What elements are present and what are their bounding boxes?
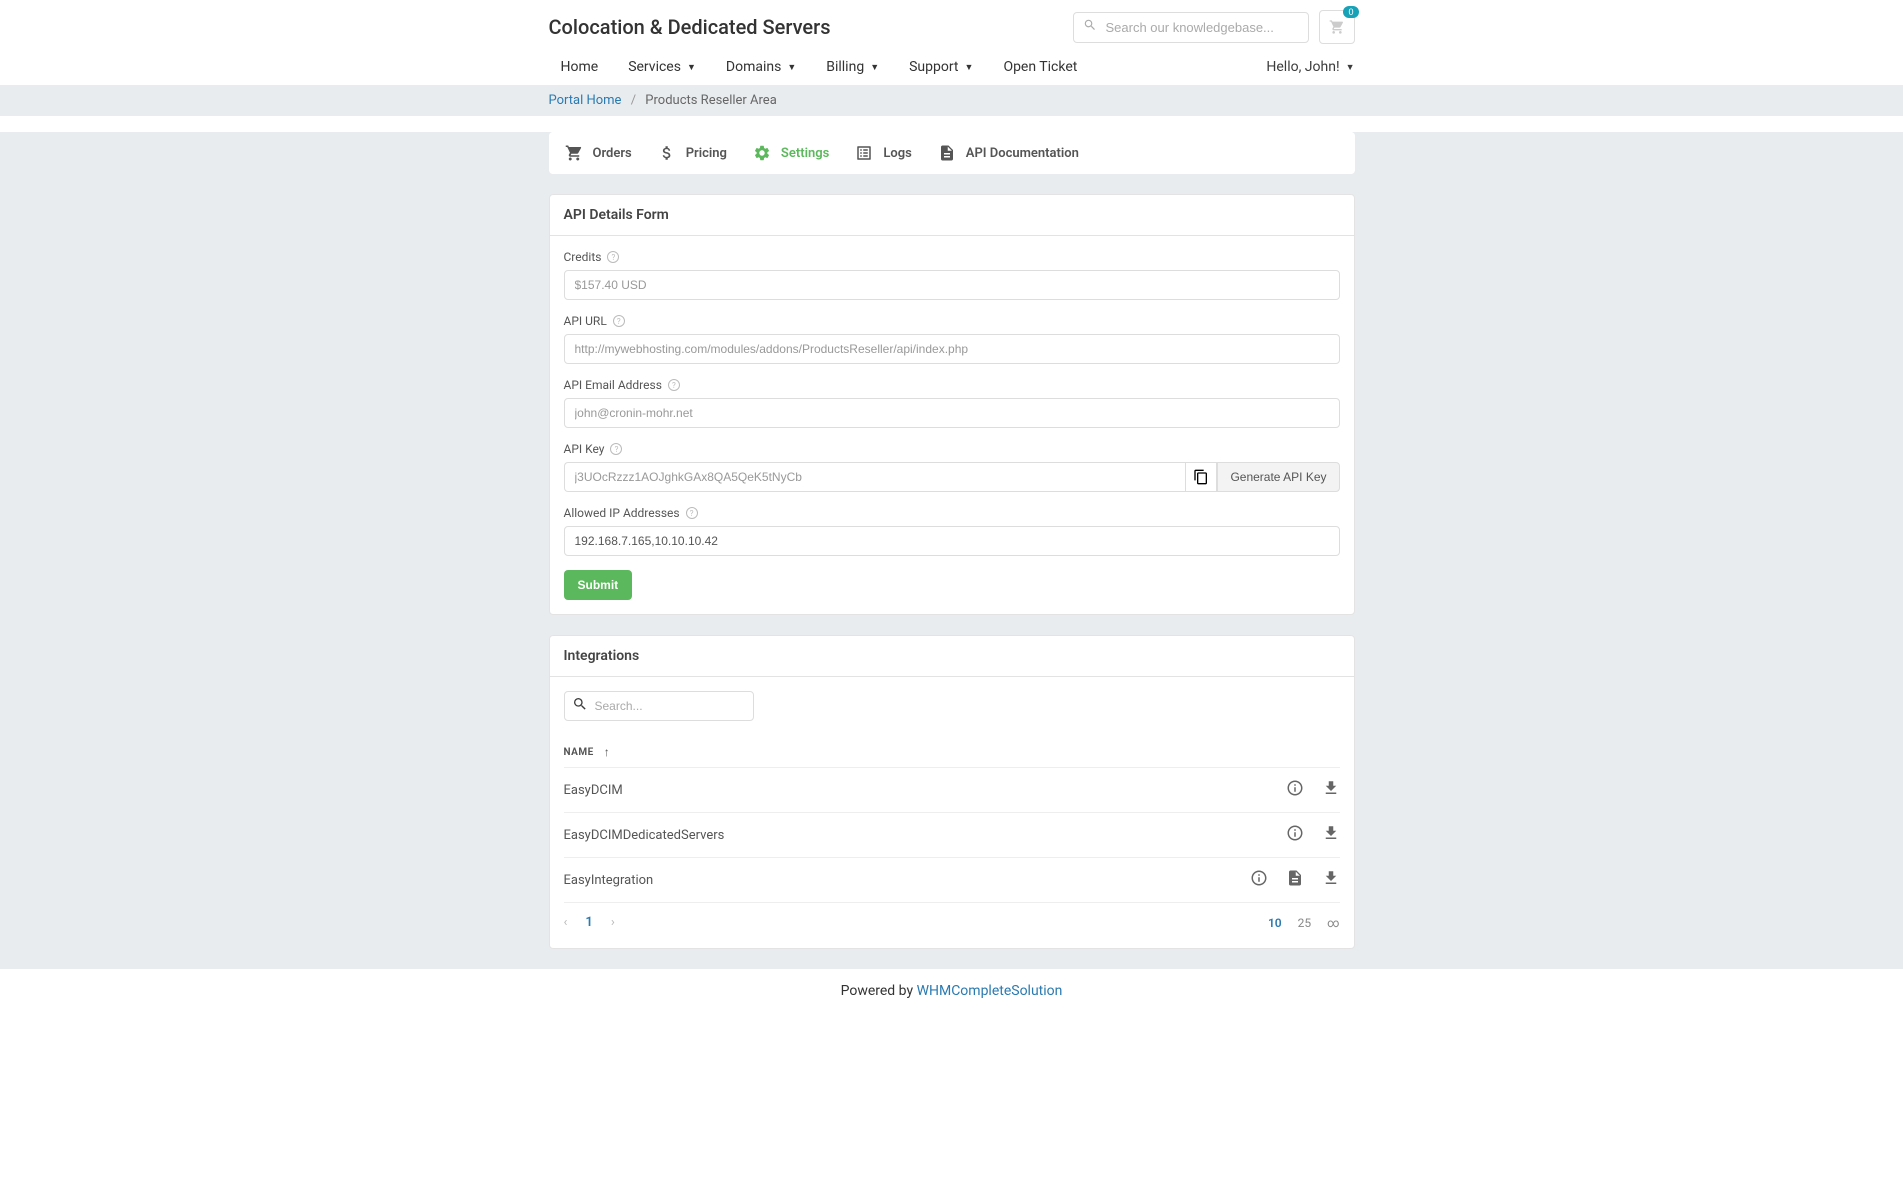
- page-prev[interactable]: ‹: [564, 915, 568, 930]
- cart-badge-count: 0: [1343, 6, 1358, 18]
- credits-label: Credits: [564, 250, 602, 264]
- allowed-ip-label: Allowed IP Addresses: [564, 506, 680, 520]
- document-icon: [938, 144, 956, 162]
- info-icon[interactable]: [1250, 869, 1268, 891]
- info-icon[interactable]: [1286, 779, 1304, 801]
- help-icon[interactable]: ?: [607, 251, 619, 263]
- search-icon: [1083, 18, 1097, 36]
- chevron-down-icon: ▼: [870, 62, 879, 73]
- integration-name: EasyIntegration: [564, 873, 654, 888]
- integration-name: EasyDCIMDedicatedServers: [564, 828, 725, 843]
- download-icon[interactable]: [1322, 869, 1340, 891]
- email-label: API Email Address: [564, 378, 662, 392]
- footer-link[interactable]: WHMCompleteSolution: [917, 983, 1063, 999]
- chevron-down-icon: ▼: [687, 62, 696, 73]
- nav-services[interactable]: Services▼: [616, 59, 696, 75]
- integration-name: EasyDCIM: [564, 783, 623, 798]
- user-menu[interactable]: Hello, John!▼: [1266, 59, 1354, 75]
- generate-api-key-button[interactable]: Generate API Key: [1217, 462, 1339, 492]
- sort-asc-icon: ↑: [604, 745, 611, 759]
- allowed-ip-input[interactable]: [564, 526, 1340, 556]
- apikey-input: [564, 462, 1186, 492]
- integrations-search-input[interactable]: [564, 691, 754, 721]
- info-icon[interactable]: [1286, 824, 1304, 846]
- credits-input: [564, 270, 1340, 300]
- help-icon[interactable]: ?: [686, 507, 698, 519]
- breadcrumb: Portal Home / Products Reseller Area: [549, 93, 1355, 108]
- chevron-down-icon: ▼: [1346, 62, 1355, 73]
- submit-button[interactable]: Submit: [564, 570, 633, 600]
- kb-search-wrap: [1073, 12, 1309, 43]
- page-1[interactable]: 1: [585, 915, 592, 930]
- chevron-down-icon: ▼: [787, 62, 796, 73]
- table-row: EasyDCIMDedicatedServers: [564, 812, 1340, 857]
- nav-domains[interactable]: Domains▼: [714, 59, 796, 75]
- download-icon[interactable]: [1322, 779, 1340, 801]
- cart-icon: [565, 144, 583, 162]
- gear-icon: [753, 144, 771, 162]
- help-icon[interactable]: ?: [613, 315, 625, 327]
- tab-pricing[interactable]: Pricing: [658, 144, 727, 162]
- page-size-all[interactable]: ∞: [1327, 916, 1339, 930]
- breadcrumb-home-link[interactable]: Portal Home: [549, 93, 622, 108]
- document-icon[interactable]: [1286, 869, 1304, 891]
- apikey-label: API Key: [564, 442, 605, 456]
- table-header-name[interactable]: NAME ↑: [564, 737, 1340, 767]
- nav-open-ticket[interactable]: Open Ticket: [991, 59, 1077, 75]
- page-size-10[interactable]: 10: [1268, 916, 1282, 930]
- help-icon[interactable]: ?: [668, 379, 680, 391]
- apiurl-label: API URL: [564, 314, 607, 328]
- table-row: EasyDCIM: [564, 767, 1340, 812]
- dollar-icon: [658, 144, 676, 162]
- nav-support[interactable]: Support▼: [897, 59, 973, 75]
- tab-orders[interactable]: Orders: [565, 144, 632, 162]
- copy-icon: [1193, 469, 1209, 485]
- email-input: [564, 398, 1340, 428]
- page-next[interactable]: ›: [611, 915, 615, 930]
- search-icon: [572, 696, 588, 716]
- nav-billing[interactable]: Billing▼: [814, 59, 879, 75]
- tab-logs[interactable]: Logs: [855, 144, 911, 162]
- form-title: API Details Form: [550, 195, 1354, 236]
- tab-settings[interactable]: Settings: [753, 144, 829, 162]
- copy-button[interactable]: [1185, 462, 1217, 492]
- table-row: EasyIntegration: [564, 857, 1340, 902]
- help-icon[interactable]: ?: [610, 443, 622, 455]
- list-icon: [855, 144, 873, 162]
- integrations-title: Integrations: [550, 636, 1354, 677]
- chevron-down-icon: ▼: [965, 62, 974, 73]
- footer: Powered by WHMCompleteSolution: [0, 969, 1903, 1013]
- page-size-25[interactable]: 25: [1298, 916, 1312, 930]
- nav-home[interactable]: Home: [549, 59, 599, 75]
- tab-api-docs[interactable]: API Documentation: [938, 144, 1079, 162]
- cart-icon: [1329, 19, 1345, 35]
- apiurl-input: [564, 334, 1340, 364]
- brand-title: Colocation & Dedicated Servers: [549, 15, 831, 39]
- cart-button[interactable]: 0: [1319, 10, 1355, 44]
- breadcrumb-current: Products Reseller Area: [645, 93, 776, 108]
- download-icon[interactable]: [1322, 824, 1340, 846]
- kb-search-input[interactable]: [1073, 12, 1309, 43]
